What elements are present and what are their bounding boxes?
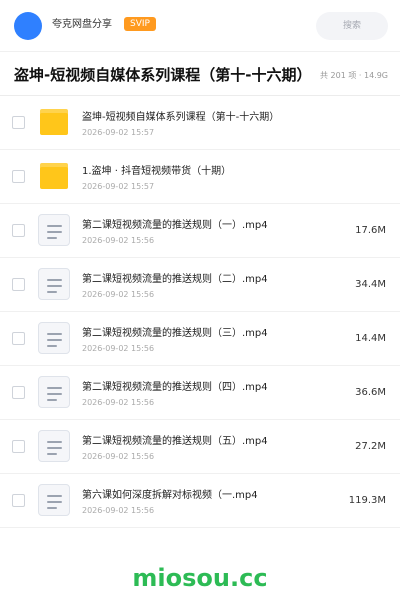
folder-icon: [38, 106, 70, 138]
item-size: 27.2M: [355, 441, 386, 452]
item-name: 1.盗坤 · 抖音短视频带货（十期）: [82, 166, 232, 177]
item-name: 第二课短视频流量的推送规则（五）.mp4: [82, 436, 268, 447]
item-checkbox[interactable]: [12, 386, 25, 399]
folder-meta: 共 201 项 · 14.9G: [320, 71, 388, 80]
share-name: 夸克网盘分享: [52, 19, 112, 30]
item-checkbox[interactable]: [12, 440, 25, 453]
list-item[interactable]: 1.盗坤 · 抖音短视频带货（十期） 2026-09-02 15:57: [0, 150, 400, 204]
item-date: 2026-09-02 15:56: [82, 506, 155, 515]
video-file-icon: [38, 376, 70, 408]
item-checkbox[interactable]: [12, 224, 25, 237]
item-date: 2026-09-02 15:56: [82, 452, 155, 461]
item-date: 2026-09-02 15:56: [82, 290, 155, 299]
item-name: 第二课短视频流量的推送规则（二）.mp4: [82, 274, 268, 285]
watermark-text: miosou.cc: [132, 564, 268, 592]
video-file-icon: [38, 322, 70, 354]
video-file-icon: [38, 268, 70, 300]
list-item[interactable]: 第二课短视频流量的推送规则（二）.mp4 2026-09-02 15:56 34…: [0, 258, 400, 312]
item-name: 盗坤-短视频自媒体系列课程（第十-十六期）: [82, 112, 280, 123]
header-bar: 夸克网盘分享 SVIP 搜索: [0, 0, 400, 52]
item-checkbox[interactable]: [12, 170, 25, 183]
item-checkbox[interactable]: [12, 332, 25, 345]
item-name: 第二课短视频流量的推送规则（四）.mp4: [82, 382, 268, 393]
item-date: 2026-09-02 15:56: [82, 236, 155, 245]
item-size: 119.3M: [348, 495, 386, 506]
item-date: 2026-09-02 15:57: [82, 128, 155, 137]
item-date: 2026-09-02 15:56: [82, 344, 155, 353]
video-file-icon: [38, 484, 70, 516]
item-size: 14.4M: [355, 333, 386, 344]
item-size: 34.4M: [355, 279, 386, 290]
avatar[interactable]: [14, 12, 42, 40]
file-list: 盗坤-短视频自媒体系列课程（第十-十六期） 2026-09-02 15:57 1…: [0, 96, 400, 528]
video-file-icon: [38, 214, 70, 246]
list-item[interactable]: 第二课短视频流量的推送规则（三）.mp4 2026-09-02 15:56 14…: [0, 312, 400, 366]
list-item[interactable]: 盗坤-短视频自媒体系列课程（第十-十六期） 2026-09-02 15:57: [0, 96, 400, 150]
list-item[interactable]: 第二课短视频流量的推送规则（一）.mp4 2026-09-02 15:56 17…: [0, 204, 400, 258]
item-size: 36.6M: [355, 387, 386, 398]
item-checkbox[interactable]: [12, 116, 25, 129]
folder-header: 盗坤-短视频自媒体系列课程（第十-十六期） 共 201 项 · 14.9G: [0, 52, 400, 96]
item-name: 第二课短视频流量的推送规则（一）.mp4: [82, 220, 268, 231]
video-file-icon: [38, 430, 70, 462]
item-name: 第六课如何深度拆解对标视频（一.mp4: [82, 490, 258, 501]
item-date: 2026-09-02 15:57: [82, 182, 155, 191]
folder-icon: [38, 160, 70, 192]
item-checkbox[interactable]: [12, 278, 25, 291]
svip-badge: SVIP: [124, 17, 156, 31]
item-date: 2026-09-02 15:56: [82, 398, 155, 407]
list-item[interactable]: 第二课短视频流量的推送规则（五）.mp4 2026-09-02 15:56 27…: [0, 420, 400, 474]
list-item[interactable]: 第二课短视频流量的推送规则（四）.mp4 2026-09-02 15:56 36…: [0, 366, 400, 420]
page-title: 盗坤-短视频自媒体系列课程（第十-十六期）: [14, 66, 312, 84]
list-item[interactable]: 第六课如何深度拆解对标视频（一.mp4 2026-09-02 15:56 119…: [0, 474, 400, 528]
item-checkbox[interactable]: [12, 494, 25, 507]
search-input[interactable]: 搜索: [316, 12, 388, 40]
item-name: 第二课短视频流量的推送规则（三）.mp4: [82, 328, 268, 339]
item-size: 17.6M: [355, 225, 386, 236]
